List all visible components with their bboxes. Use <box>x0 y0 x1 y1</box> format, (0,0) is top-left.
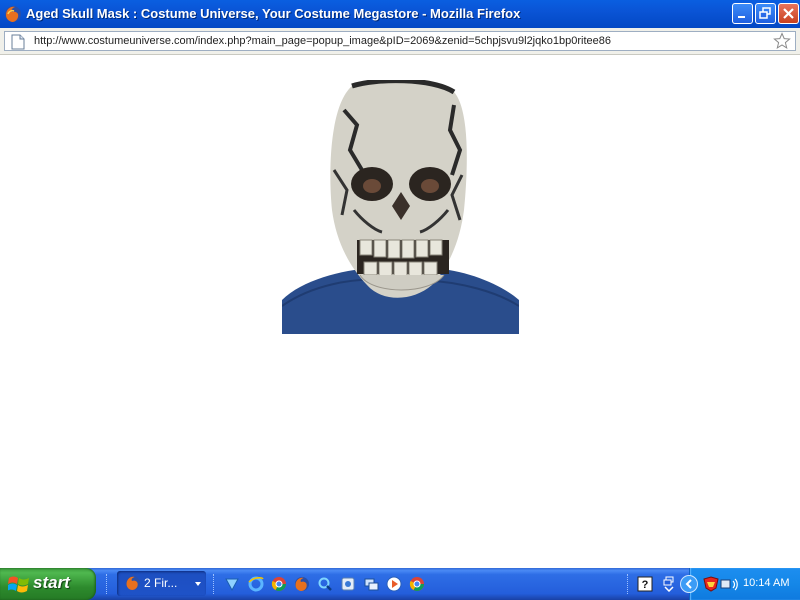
product-image-skull-mask <box>282 80 519 334</box>
start-button[interactable]: start <box>0 568 96 600</box>
svg-text:?: ? <box>642 579 649 591</box>
firefox-icon <box>5 6 21 22</box>
internet-explorer-icon[interactable] <box>248 576 264 592</box>
toolbar-grip[interactable] <box>106 574 110 594</box>
address-toolbar: http://www.costumeuniverse.com/index.php… <box>0 28 800 55</box>
firefox-icon <box>126 576 140 590</box>
show-desktop-icon[interactable] <box>224 576 240 592</box>
security-shield-icon[interactable] <box>702 576 720 592</box>
minimize-icon <box>738 16 745 18</box>
media-player-icon[interactable] <box>386 576 402 592</box>
settings-icon[interactable] <box>340 576 356 592</box>
bookmark-star-icon[interactable] <box>773 32 791 50</box>
help-icon[interactable]: ? <box>637 576 653 592</box>
chrome-icon[interactable] <box>409 576 425 592</box>
restore-windows-icon[interactable] <box>661 576 677 592</box>
tray-expand-button[interactable] <box>680 575 698 593</box>
restore-button[interactable] <box>755 3 776 24</box>
system-tray: 10:14 AM <box>680 568 800 600</box>
address-field[interactable]: http://www.costumeuniverse.com/index.php… <box>4 31 796 51</box>
page-icon <box>11 34 25 50</box>
search-icon[interactable] <box>317 576 333 592</box>
start-label: start <box>33 573 70 592</box>
title-bar[interactable]: Aged Skull Mask : Costume Universe, Your… <box>0 0 800 28</box>
window-title: Aged Skull Mask : Costume Universe, Your… <box>26 6 521 21</box>
chevron-left-icon <box>685 579 692 589</box>
toolbar-grip[interactable] <box>627 574 631 594</box>
firefox-icon[interactable] <box>294 576 310 592</box>
network-icon[interactable] <box>363 576 379 592</box>
restore-icon <box>759 7 771 19</box>
network-status-icon[interactable] <box>720 576 740 592</box>
taskbar: start 2 Fir... ? 10:14 AM <box>0 568 800 600</box>
taskbar-item-firefox[interactable]: 2 Fir... <box>117 571 206 596</box>
chrome-icon[interactable] <box>271 576 287 592</box>
taskbar-item-label: 2 Fir... <box>144 576 178 590</box>
page-content <box>0 55 800 567</box>
clock[interactable]: 10:14 AM <box>743 577 789 589</box>
toolbar-grip[interactable] <box>213 574 217 594</box>
url-text[interactable]: http://www.costumeuniverse.com/index.php… <box>34 35 611 47</box>
minimize-button[interactable] <box>732 3 753 24</box>
close-button[interactable] <box>778 3 799 24</box>
close-icon <box>783 8 794 19</box>
windows-logo-icon <box>8 576 29 593</box>
chevron-down-icon <box>195 582 201 586</box>
